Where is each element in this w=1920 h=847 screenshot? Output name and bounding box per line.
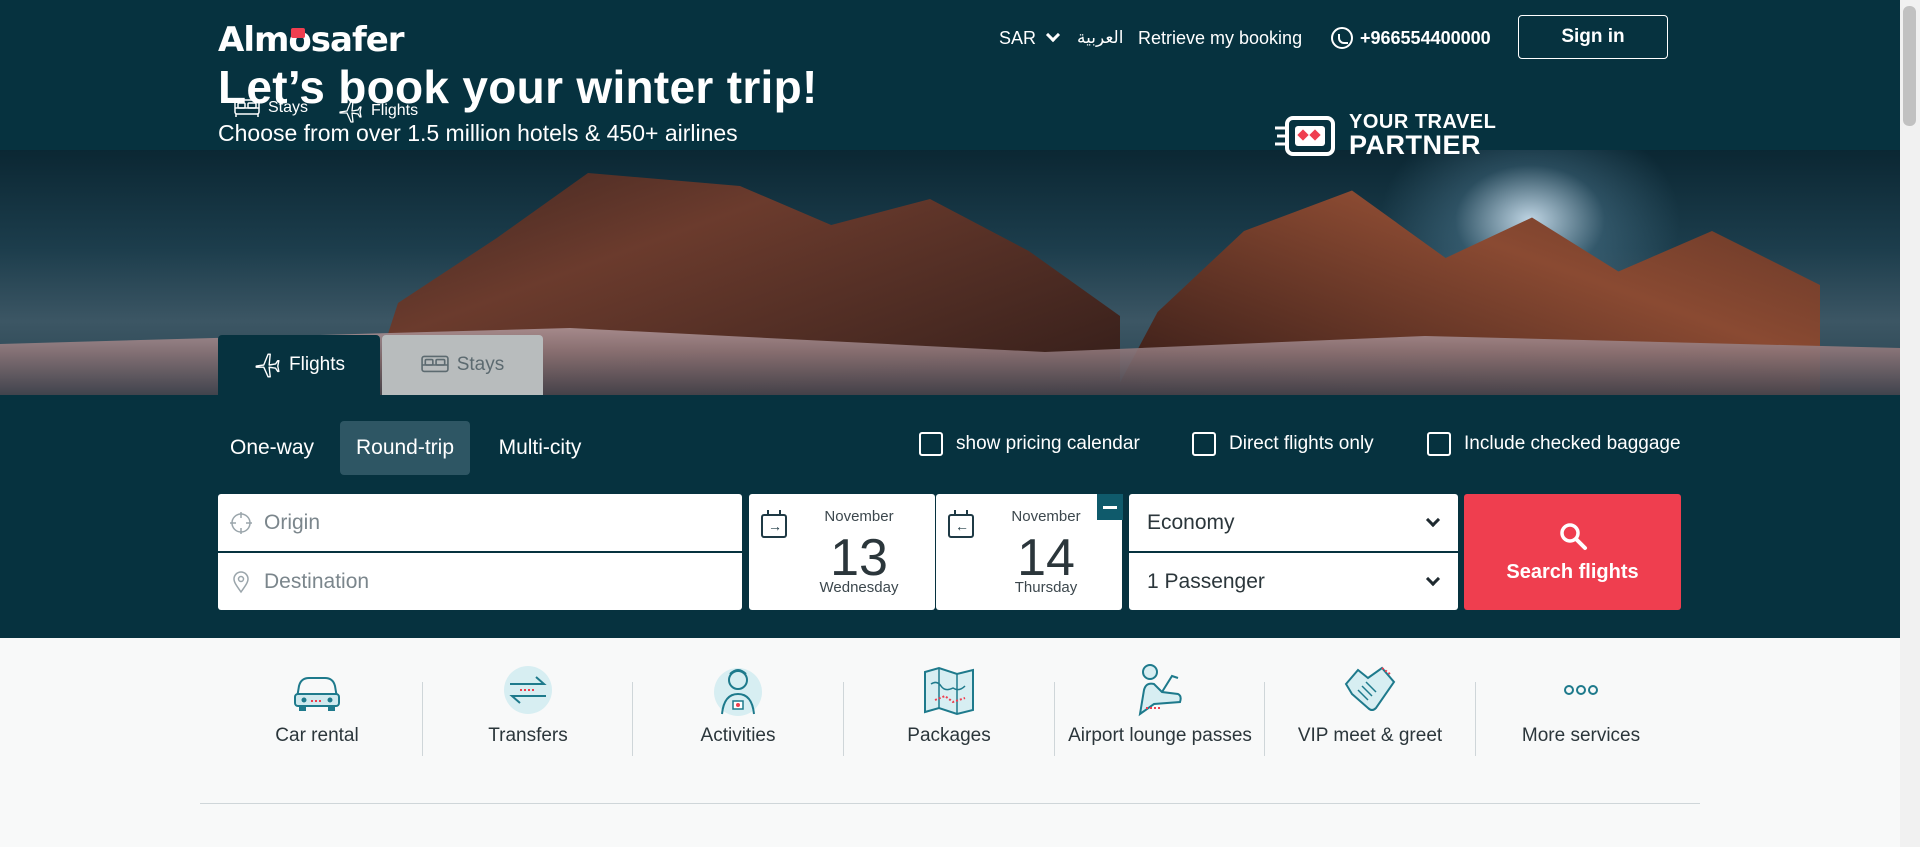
direct-flights-option[interactable]: Direct flights only <box>1192 432 1374 456</box>
map-icon <box>924 666 974 716</box>
trip-one-way[interactable]: One-way <box>218 421 326 475</box>
language-switch[interactable]: العربية <box>1077 26 1123 50</box>
service-label: Airport lounge passes <box>1068 725 1252 746</box>
pricing-calendar-label: show pricing calendar <box>956 433 1140 454</box>
service-more[interactable]: More services <box>1476 662 1686 748</box>
depart-weekday: Wednesday <box>819 579 899 596</box>
scrollbar-thumb[interactable] <box>1903 6 1916 126</box>
service-activities[interactable]: Activities <box>633 662 843 748</box>
sign-in-button[interactable]: Sign in <box>1518 15 1668 59</box>
checked-baggage-checkbox[interactable] <box>1427 432 1451 456</box>
cabin-class-select[interactable]: Economy <box>1129 494 1458 551</box>
chevron-down-icon <box>1425 512 1441 527</box>
passenger-value: 1 Passenger <box>1147 569 1265 593</box>
bed-icon <box>421 355 449 373</box>
service-label: Packages <box>907 725 991 746</box>
whatsapp-icon <box>1331 27 1353 49</box>
service-label: More services <box>1521 725 1641 746</box>
calendar-depart-icon: → <box>761 510 787 538</box>
origin-field[interactable] <box>218 494 742 551</box>
chevron-down-icon <box>1425 571 1441 586</box>
cabin-class-value: Economy <box>1147 510 1235 534</box>
cabin-passenger-box: Economy 1 Passenger <box>1129 494 1458 610</box>
travel-partner-badge: YOUR TRAVEL PARTNER <box>1273 112 1496 159</box>
whatsapp-contact[interactable]: +966554400000 <box>1331 26 1491 50</box>
passenger-select[interactable]: 1 Passenger <box>1129 553 1458 610</box>
direct-flights-label: Direct flights only <box>1229 433 1374 454</box>
service-packages[interactable]: Packages <box>844 662 1054 748</box>
checked-baggage-option[interactable]: Include checked baggage <box>1427 432 1681 456</box>
search-flights-label: Search flights <box>1506 560 1639 583</box>
return-month: November <box>1011 508 1081 525</box>
direct-flights-checkbox[interactable] <box>1192 432 1216 456</box>
crosshair-icon <box>230 511 252 534</box>
hero-title: Let’s book your winter trip! <box>218 61 818 113</box>
tab-stays-label: Stays <box>456 354 505 375</box>
service-label: VIP meet & greet <box>1297 725 1443 746</box>
partner-line2: PARTNER <box>1349 130 1482 160</box>
departure-date-picker[interactable]: → November 13 Wednesday <box>749 494 935 610</box>
search-flights-button[interactable]: Search flights <box>1464 494 1681 610</box>
car-icon <box>294 677 340 711</box>
ticket-logo-icon <box>1275 115 1335 156</box>
service-car-rental[interactable]: Car rental <box>212 662 422 748</box>
partner-line1: YOUR TRAVEL <box>1349 111 1497 133</box>
destination-input[interactable] <box>264 569 704 594</box>
origin-destination-box <box>218 494 742 610</box>
search-icon <box>1559 522 1587 550</box>
page-scrollbar[interactable] <box>1900 0 1920 847</box>
service-label: Car rental <box>275 725 359 746</box>
origin-input[interactable] <box>264 510 704 535</box>
currency-selector[interactable]: SAR <box>999 26 1061 50</box>
tab-flights[interactable]: Flights <box>218 335 380 395</box>
tab-flights-label: Flights <box>289 354 345 375</box>
service-label: Activities <box>700 725 776 746</box>
retrieve-booking-link[interactable]: Retrieve my booking <box>1138 26 1302 50</box>
calendar-return-icon: ← <box>948 510 974 538</box>
remove-return-date-button[interactable] <box>1097 494 1123 520</box>
service-vip-meet-greet[interactable]: VIP meet & greet <box>1265 662 1475 748</box>
partner-text: YOUR TRAVEL PARTNER <box>1349 112 1496 159</box>
brand-logo[interactable]: Almosafer <box>218 20 405 60</box>
pricing-calendar-option[interactable]: show pricing calendar <box>919 432 1140 456</box>
lounge-chair-icon <box>1138 664 1182 717</box>
pricing-calendar-checkbox[interactable] <box>919 432 943 456</box>
person-activity-icon <box>714 668 762 716</box>
service-transfers[interactable]: Transfers <box>423 662 633 748</box>
trip-round-trip[interactable]: Round-trip <box>340 421 470 475</box>
hero-subtitle: Choose from over 1.5 million hotels & 45… <box>218 120 738 146</box>
return-date-picker[interactable]: ← November 14 Thursday <box>936 494 1122 610</box>
handshake-icon <box>1344 666 1396 711</box>
service-airport-lounge[interactable]: Airport lounge passes <box>1055 662 1265 748</box>
location-pin-icon <box>233 570 249 593</box>
depart-month: November <box>824 508 894 525</box>
destination-field[interactable] <box>218 553 742 610</box>
chevron-down-icon <box>1045 27 1061 43</box>
service-label: Transfers <box>488 725 568 746</box>
currency-label: SAR <box>999 27 1037 48</box>
phone-number: +966554400000 <box>1360 27 1491 48</box>
tab-stays[interactable]: Stays <box>382 335 543 395</box>
return-weekday: Thursday <box>1014 579 1078 596</box>
section-divider <box>200 803 1700 804</box>
plane-icon <box>255 353 280 378</box>
trip-multi-city[interactable]: Multi-city <box>484 421 596 475</box>
transfer-arrows-icon <box>504 666 552 714</box>
more-dots-icon <box>1564 685 1598 695</box>
checked-baggage-label: Include checked baggage <box>1464 433 1681 454</box>
